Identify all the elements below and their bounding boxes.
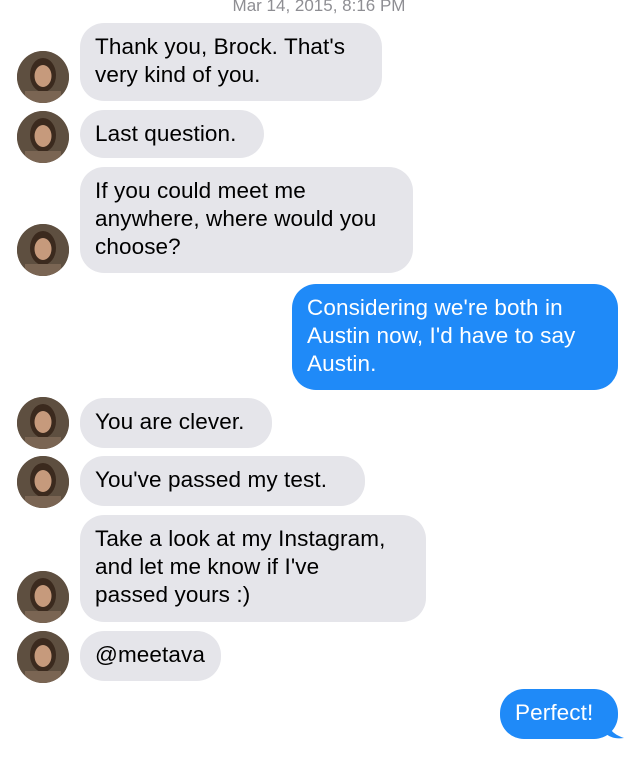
contact-avatar[interactable] [17,51,69,103]
contact-avatar[interactable] [17,456,69,508]
contact-avatar[interactable] [17,571,69,623]
conversation-timestamp: Mar 14, 2015, 8:16 PM [232,0,406,15]
contact-avatar[interactable] [17,397,69,449]
contact-avatar[interactable] [17,631,69,683]
message-bubble-incoming[interactable]: Thank you, Brock. That's very kind of yo… [80,23,382,101]
message-bubble-incoming[interactable]: Last question. [80,110,264,158]
message-bubble-outgoing[interactable]: Perfect! [500,689,618,739]
contact-avatar[interactable] [17,111,69,163]
outgoing-bubble-tail [604,716,626,740]
message-bubble-incoming[interactable]: You are clever. [80,398,272,448]
message-bubble-incoming[interactable]: Take a look at my Instagram, and let me … [80,515,426,622]
message-bubble-incoming[interactable]: @meetava [80,631,221,681]
message-thread[interactable]: Mar 14, 2015, 8:16 PM Thank you, Brock. … [0,0,638,759]
contact-avatar[interactable] [17,224,69,276]
message-bubble-incoming[interactable]: If you could meet me anywhere, where wou… [80,167,413,273]
message-bubble-incoming[interactable]: You've passed my test. [80,456,365,506]
message-bubble-outgoing[interactable]: Considering we're both in Austin now, I'… [292,284,618,390]
